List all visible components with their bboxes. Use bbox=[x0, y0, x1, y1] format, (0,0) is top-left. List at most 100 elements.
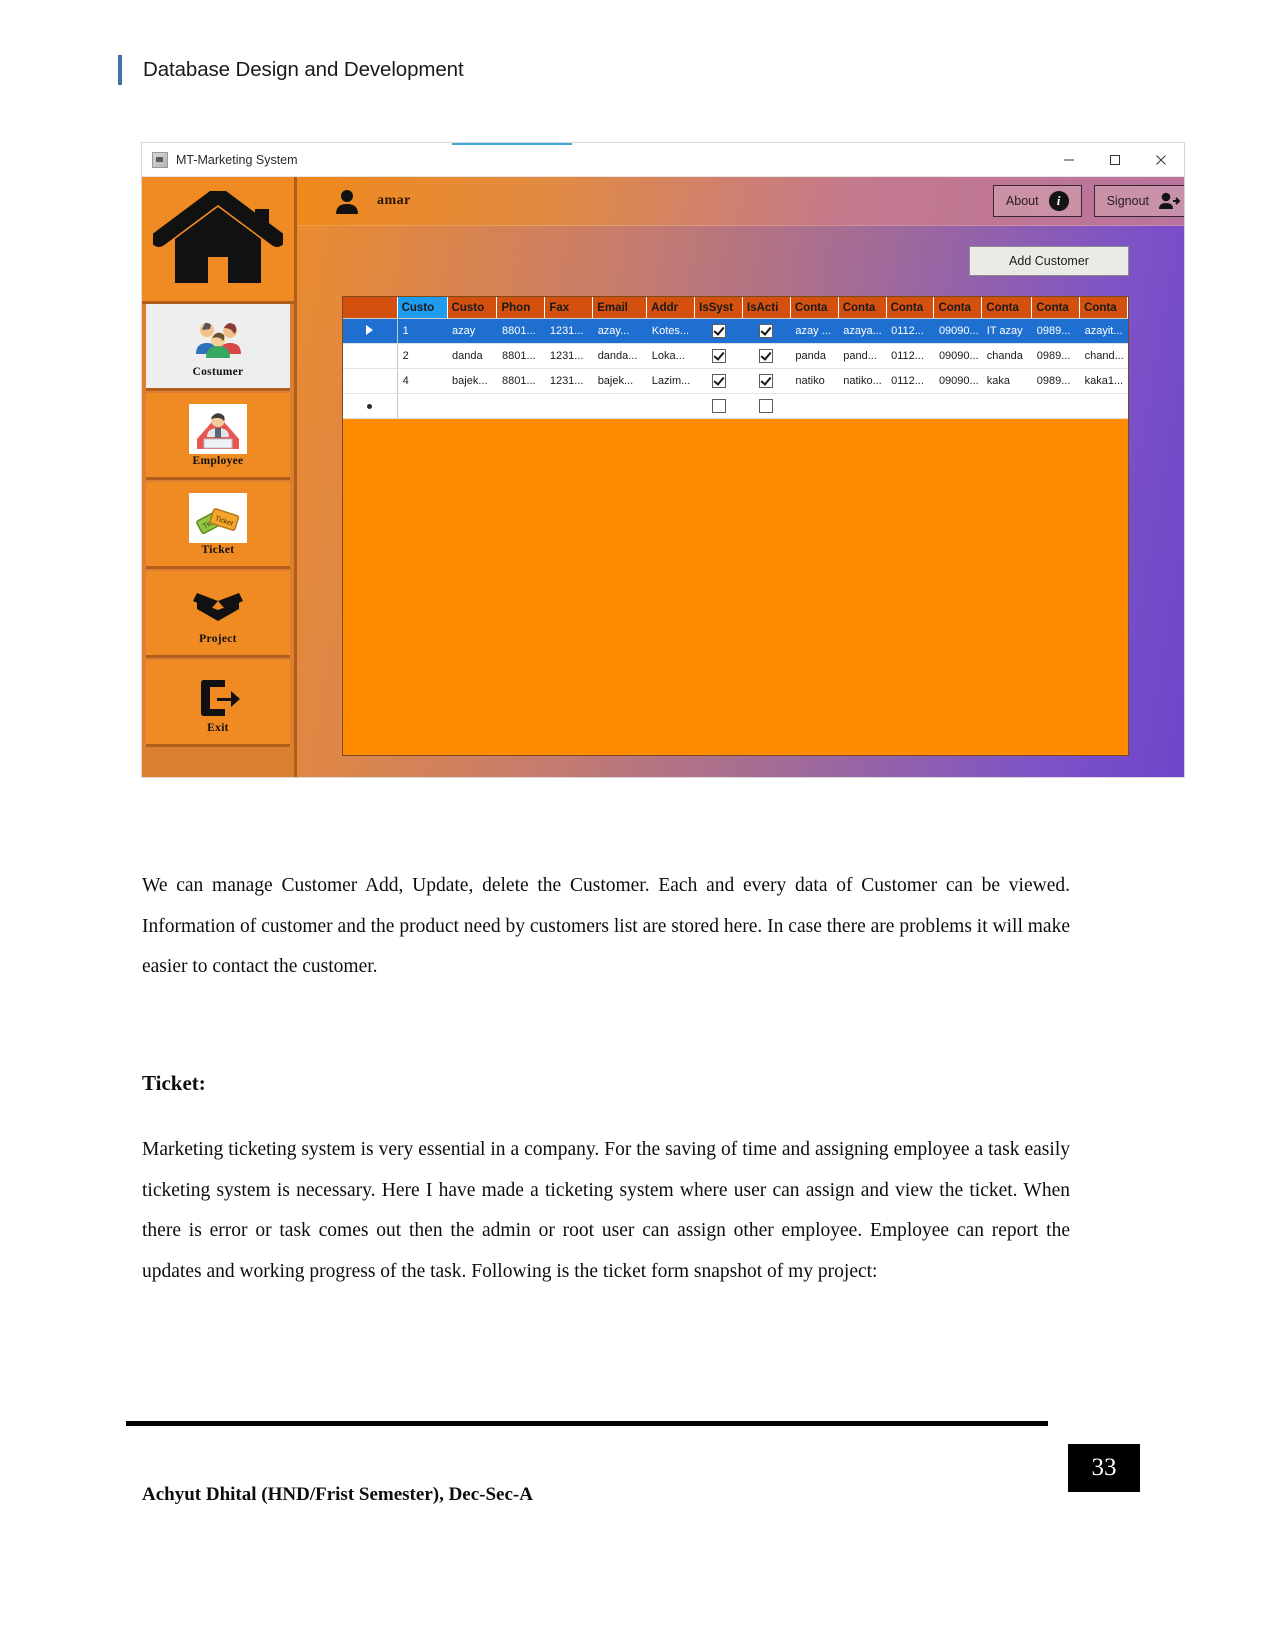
close-icon[interactable] bbox=[1138, 144, 1184, 176]
cell-phone: 8801... bbox=[496, 318, 545, 344]
grid-header-issystem[interactable]: IsSyst bbox=[694, 297, 743, 319]
header-accent-bar bbox=[118, 55, 122, 85]
grid-header-contact-7[interactable]: Conta bbox=[1079, 297, 1128, 319]
cell-contact-6[interactable] bbox=[1031, 393, 1080, 419]
cell-email[interactable] bbox=[592, 393, 647, 419]
sidebar-item-label: Costumer bbox=[192, 365, 244, 378]
customer-grid-container[interactable]: Custo Custo Phon Fax Email Addr IsSyst I… bbox=[342, 296, 1129, 756]
cell-isactive[interactable] bbox=[742, 343, 791, 369]
row-selector[interactable] bbox=[343, 343, 398, 369]
grid-header-customer-id[interactable]: Custo bbox=[397, 297, 448, 319]
table-row-new[interactable] bbox=[343, 393, 1128, 419]
maximize-icon[interactable] bbox=[1092, 144, 1138, 176]
cell-fax: 1231... bbox=[544, 343, 593, 369]
cell-contact-6: 0989... bbox=[1031, 318, 1080, 344]
grid-header-contact-4[interactable]: Conta bbox=[933, 297, 983, 319]
cell-customer-name: azay bbox=[447, 318, 497, 344]
sidebar-item-project[interactable]: Project bbox=[146, 571, 290, 658]
grid-header-customer-name[interactable]: Custo bbox=[447, 297, 498, 319]
cell-address[interactable] bbox=[646, 393, 695, 419]
cell-phone[interactable] bbox=[496, 393, 545, 419]
cell-contact-7: chand... bbox=[1079, 343, 1128, 369]
sidebar-item-costumer[interactable]: Costumer bbox=[146, 304, 290, 391]
ticket-icon: Ticket Ticket bbox=[189, 492, 247, 543]
cell-customer-id: 4 bbox=[397, 368, 448, 394]
info-icon: i bbox=[1048, 191, 1069, 211]
cell-contact-2[interactable] bbox=[838, 393, 887, 419]
open-box-icon bbox=[189, 582, 247, 632]
topbar-actions: About i Signout bbox=[992, 185, 1184, 217]
table-row[interactable]: 4 bajek... 8801... 1231... bajek... Lazi… bbox=[343, 368, 1128, 394]
grid-header-address[interactable]: Addr bbox=[646, 297, 696, 319]
cell-customer-name[interactable] bbox=[447, 393, 497, 419]
cell-customer-id[interactable] bbox=[397, 393, 448, 419]
app-icon bbox=[152, 151, 168, 168]
cell-contact-7[interactable] bbox=[1079, 393, 1128, 419]
page-title: Database Design and Development bbox=[143, 58, 464, 81]
cell-contact-6: 0989... bbox=[1031, 343, 1080, 369]
cell-fax[interactable] bbox=[544, 393, 593, 419]
cell-contact-3: 0112... bbox=[886, 343, 934, 369]
grid-header-contact-5[interactable]: Conta bbox=[981, 297, 1033, 319]
section-heading-ticket: Ticket: bbox=[142, 1071, 206, 1095]
sidebar: Costumer Employee Ticket Ticket Project … bbox=[142, 177, 297, 777]
minimize-icon[interactable] bbox=[1046, 144, 1092, 176]
grid-header-isactive[interactable]: IsActi bbox=[742, 297, 791, 319]
cell-contact-2: pand... bbox=[838, 343, 887, 369]
add-customer-button[interactable]: Add Customer bbox=[969, 246, 1129, 276]
cell-contact-4: 09090... bbox=[933, 368, 982, 394]
grid-header-contact-1[interactable]: Conta bbox=[790, 297, 839, 319]
cell-contact-5[interactable] bbox=[981, 393, 1032, 419]
current-user: amar bbox=[333, 187, 411, 215]
cell-email: bajek... bbox=[592, 368, 647, 394]
cell-contact-5: kaka bbox=[981, 368, 1032, 394]
cell-email: azay... bbox=[592, 318, 647, 344]
grid-header-email[interactable]: Email bbox=[592, 297, 648, 319]
exit-door-icon bbox=[189, 671, 247, 721]
sidebar-item-exit[interactable]: Exit bbox=[146, 660, 290, 747]
sidebar-spacer bbox=[142, 749, 294, 777]
grid-header-contact-6[interactable]: Conta bbox=[1031, 297, 1081, 319]
cell-contact-4[interactable] bbox=[933, 393, 982, 419]
cell-contact-1[interactable] bbox=[790, 393, 839, 419]
row-selector-arrow[interactable] bbox=[343, 318, 398, 344]
signout-button[interactable]: Signout bbox=[1093, 185, 1184, 217]
cell-contact-4: 09090... bbox=[933, 343, 982, 369]
cell-contact-3: 0112... bbox=[886, 318, 934, 344]
cell-isactive[interactable] bbox=[742, 368, 791, 394]
sidebar-item-ticket[interactable]: Ticket Ticket Ticket bbox=[146, 482, 290, 569]
cell-issystem[interactable] bbox=[694, 343, 743, 369]
table-row[interactable]: 2 danda 8801... 1231... danda... Loka...… bbox=[343, 343, 1128, 369]
about-label: About bbox=[1005, 194, 1039, 208]
cell-contact-1: panda bbox=[790, 343, 839, 369]
cell-isactive[interactable] bbox=[742, 318, 791, 344]
about-button[interactable]: About i bbox=[992, 185, 1082, 217]
cell-address: Loka... bbox=[646, 343, 695, 369]
cell-fax: 1231... bbox=[544, 368, 593, 394]
sidebar-item-home[interactable] bbox=[142, 177, 294, 304]
cell-contact-1: azay ... bbox=[790, 318, 839, 344]
window-title: MT-Marketing System bbox=[176, 152, 298, 167]
sidebar-item-employee[interactable]: Employee bbox=[146, 393, 290, 480]
new-row-dot[interactable] bbox=[343, 393, 398, 419]
main-panel: amar About i Signout Add Customer Custo … bbox=[297, 177, 1184, 777]
cell-issystem[interactable] bbox=[694, 368, 743, 394]
grid-header-contact-3[interactable]: Conta bbox=[886, 297, 935, 319]
grid-header-rowselector[interactable] bbox=[343, 297, 398, 319]
customer-data-grid: Custo Custo Phon Fax Email Addr IsSyst I… bbox=[343, 297, 1128, 419]
paragraph-customer: We can manage Customer Add, Update, dele… bbox=[142, 875, 1070, 977]
cell-isactive[interactable] bbox=[742, 393, 791, 419]
grid-header-fax[interactable]: Fax bbox=[544, 297, 594, 319]
grid-header-phone[interactable]: Phon bbox=[496, 297, 546, 319]
page-number: 33 bbox=[1068, 1444, 1140, 1492]
home-icon bbox=[153, 191, 283, 283]
table-row[interactable]: 1 azay 8801... 1231... azay... Kotes... … bbox=[343, 318, 1128, 344]
cell-issystem[interactable] bbox=[694, 393, 743, 419]
cell-contact-7: azayit... bbox=[1079, 318, 1128, 344]
cell-issystem[interactable] bbox=[694, 318, 743, 344]
cell-contact-2: azaya... bbox=[838, 318, 887, 344]
cell-contact-3[interactable] bbox=[886, 393, 934, 419]
cell-phone: 8801... bbox=[496, 368, 545, 394]
row-selector[interactable] bbox=[343, 368, 398, 394]
grid-header-contact-2[interactable]: Conta bbox=[838, 297, 887, 319]
